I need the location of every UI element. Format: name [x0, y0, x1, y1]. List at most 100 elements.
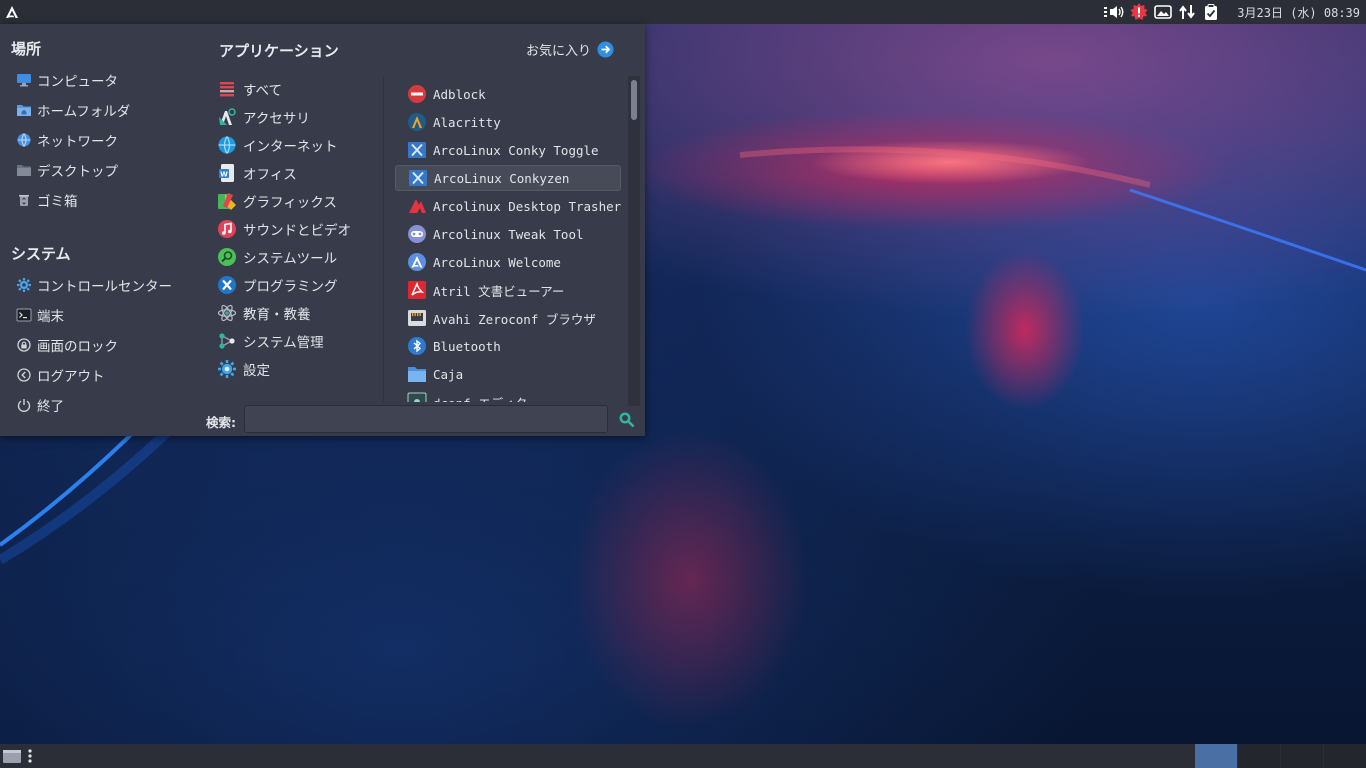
places-item-home[interactable]: ホームフォルダ — [15, 97, 130, 123]
system-item-lock-screen[interactable]: 画面のロック — [15, 332, 118, 358]
category-label: アクセサリ — [243, 111, 310, 127]
scrollbar-thumb[interactable] — [631, 80, 637, 120]
app-item-tweak-tool[interactable]: Arcolinux Tweak Tool — [395, 221, 621, 247]
places-item-label: ネットワーク — [37, 134, 118, 150]
arcolinux-logo-icon — [6, 6, 18, 18]
volume-icon[interactable] — [1103, 0, 1127, 24]
system-item-label: コントロールセンター — [37, 279, 172, 295]
category-accessories[interactable]: アクセサリ — [216, 104, 310, 130]
app-item-label: ArcoLinux Welcome — [433, 254, 561, 270]
places-item-label: ホームフォルダ — [37, 104, 131, 120]
show-desktop-icon[interactable] — [2, 748, 22, 764]
places-item-desktop[interactable]: デスクトップ — [15, 157, 118, 183]
top-panel: 3月23日 (水) 08:39 — [0, 0, 1366, 24]
workspace-3[interactable] — [1281, 744, 1323, 768]
lock-screen-icon — [15, 336, 33, 354]
conky-icon — [406, 139, 428, 161]
screenshot-icon[interactable] — [1151, 0, 1175, 24]
clock[interactable]: 3月23日 (水) 08:39 — [1223, 4, 1366, 21]
search-input[interactable] — [244, 405, 608, 433]
search-label: 検索: — [206, 415, 236, 430]
category-internet[interactable]: インターネット — [216, 132, 338, 158]
app-item-desktop-trasher[interactable]: Arcolinux Desktop Trasher — [395, 193, 621, 219]
computer-icon — [15, 71, 33, 89]
avahi-network-icon — [406, 307, 428, 329]
places-item-network[interactable]: ネットワーク — [15, 127, 118, 153]
workspace-2[interactable] — [1238, 744, 1280, 768]
category-settings[interactable]: 設定 — [216, 356, 270, 382]
accessories-icon — [216, 106, 238, 128]
arrow-right-icon — [597, 41, 614, 57]
caja-folder-icon — [406, 363, 428, 385]
app-item-label: ArcoLinux Conkyzen — [434, 170, 570, 186]
network-icon[interactable] — [1175, 0, 1199, 24]
terminal-icon — [15, 306, 33, 324]
places-item-computer[interactable]: コンピュータ — [15, 67, 118, 93]
graphics-icon — [216, 190, 238, 212]
application-list[interactable]: Adblock Alacritty ArcoLinux Conky Toggle… — [395, 80, 627, 402]
update-notifier-icon[interactable] — [1127, 0, 1151, 24]
app-list-scrollbar[interactable] — [628, 76, 640, 406]
system-tray: 3月23日 (水) 08:39 — [1103, 0, 1366, 24]
all-apps-icon — [216, 78, 238, 100]
category-label: 教育・教養 — [243, 307, 311, 323]
app-item-caja[interactable]: Caja — [395, 361, 621, 387]
workspace-1[interactable] — [1195, 744, 1237, 768]
system-item-shutdown[interactable]: 終了 — [15, 392, 64, 418]
panel-handle-icon[interactable] — [27, 748, 33, 764]
category-education[interactable]: 教育・教養 — [216, 300, 311, 326]
places-item-trash[interactable]: ゴミ箱 — [15, 187, 78, 213]
clipboard-icon[interactable] — [1199, 0, 1223, 24]
system-item-logout[interactable]: ログアウト — [15, 362, 105, 388]
app-item-alacritty[interactable]: Alacritty — [395, 109, 621, 135]
app-item-label: ArcoLinux Conky Toggle — [433, 142, 599, 158]
category-programming[interactable]: プログラミング — [216, 272, 338, 298]
system-item-terminal[interactable]: 端末 — [15, 302, 64, 328]
category-graphics[interactable]: グラフィックス — [216, 188, 337, 214]
network-globe-icon — [15, 131, 33, 149]
app-item-bluetooth[interactable]: Bluetooth — [395, 333, 621, 359]
app-item-label: Atril 文書ビューアー — [433, 283, 565, 299]
system-item-label: 画面のロック — [37, 339, 118, 355]
app-item-conkyzen[interactable]: ArcoLinux Conkyzen — [395, 165, 621, 191]
app-item-avahi[interactable]: Avahi Zeroconf ブラウザ — [395, 305, 621, 331]
favorites-link[interactable]: お気に入り — [526, 40, 614, 59]
sound-video-icon — [216, 218, 238, 240]
svg-text:W: W — [220, 171, 228, 179]
bluetooth-icon — [406, 335, 428, 357]
desktop-trasher-icon — [406, 195, 428, 217]
app-item-label: Avahi Zeroconf ブラウザ — [433, 311, 596, 327]
category-label: すべて — [243, 83, 283, 99]
scrollbar-track[interactable] — [628, 76, 640, 406]
alacritty-icon — [406, 111, 428, 133]
places-item-label: ゴミ箱 — [37, 194, 78, 210]
system-item-control-center[interactable]: コントロールセンター — [15, 272, 172, 298]
system-item-label: ログアウト — [37, 369, 105, 385]
places-title: 場所 — [11, 40, 42, 58]
app-item-conky-toggle[interactable]: ArcoLinux Conky Toggle — [395, 137, 621, 163]
workspace-4[interactable] — [1324, 744, 1366, 768]
favorites-link-label: お気に入り — [526, 43, 592, 59]
category-label: プログラミング — [243, 279, 338, 295]
category-system-tools[interactable]: システムツール — [216, 244, 337, 270]
logout-icon — [15, 366, 33, 384]
app-item-adblock[interactable]: Adblock — [395, 81, 621, 107]
internet-icon — [216, 134, 238, 156]
app-item-dconf-editor[interactable]: dconf エディタ — [395, 389, 621, 402]
category-system-admin[interactable]: システム管理 — [216, 328, 324, 354]
app-item-arcolinux-welcome[interactable]: ArcoLinux Welcome — [395, 249, 621, 275]
app-item-label: Arcolinux Tweak Tool — [433, 226, 584, 242]
app-item-atril[interactable]: Atril 文書ビューアー — [395, 277, 621, 303]
category-label: インターネット — [243, 139, 338, 155]
category-office[interactable]: W オフィス — [216, 160, 297, 186]
trash-icon — [15, 191, 33, 209]
office-icon: W — [216, 162, 238, 184]
arcolinux-menu-button[interactable] — [0, 0, 24, 24]
category-sound-video[interactable]: サウンドとビデオ — [216, 216, 351, 242]
category-label: グラフィックス — [243, 195, 337, 211]
search-icon[interactable] — [618, 411, 635, 428]
category-all[interactable]: すべて — [216, 76, 282, 102]
bottom-panel — [0, 744, 1366, 768]
category-label: オフィス — [243, 167, 297, 183]
control-center-icon — [15, 276, 33, 294]
